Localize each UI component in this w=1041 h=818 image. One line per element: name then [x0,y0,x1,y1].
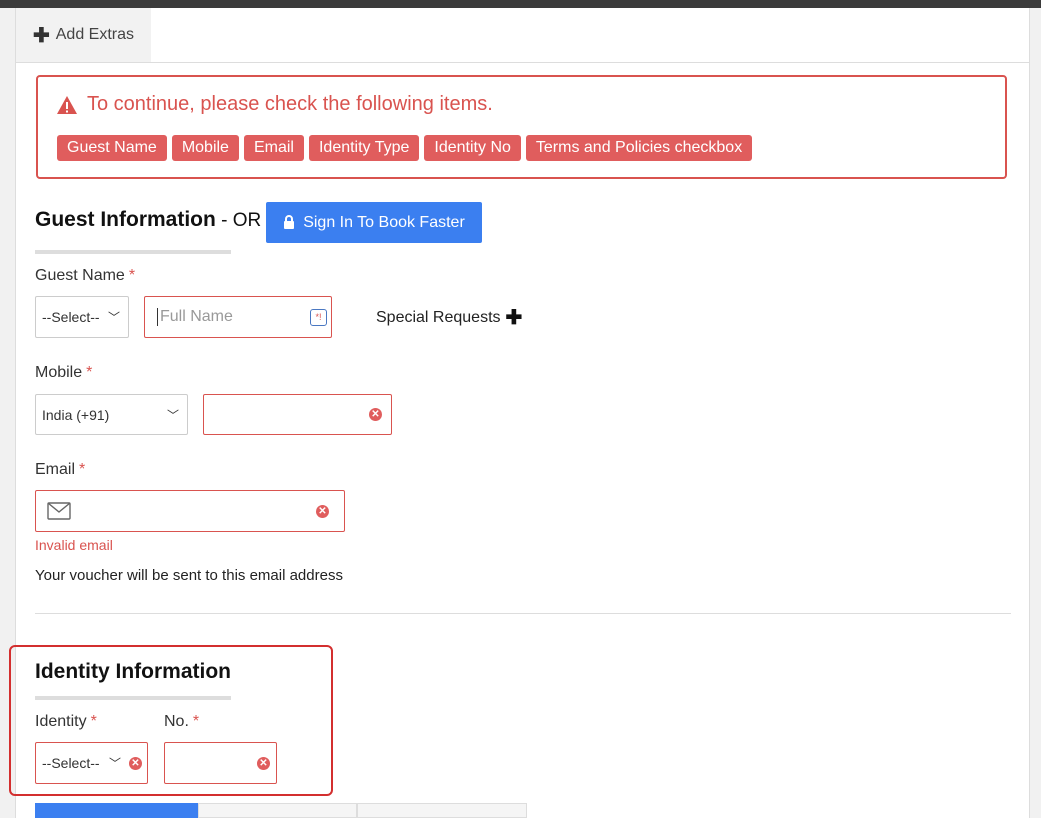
alert-title-row: To continue, please check the following … [56,93,493,116]
email-error-text: Invalid email [35,537,113,553]
extras-tab-bar: ✚ Add Extras [16,8,1029,63]
required-mark: * [79,461,86,478]
validation-alert: To continue, please check the following … [36,75,1007,179]
warning-icon [57,95,77,114]
sign-in-button[interactable]: Sign In To Book Faster [266,202,482,243]
identity-no-input[interactable]: ✕ [164,742,277,784]
full-name-placeholder: Full Name [157,308,233,326]
add-extras-label: Add Extras [55,26,135,43]
sign-in-label: Sign In To Book Faster [303,213,465,231]
error-icon: ✕ [369,408,382,421]
mobile-label: Mobile * [35,364,92,382]
alert-title: To continue, please check the following … [87,93,493,115]
required-mark: * [90,713,97,730]
title-select[interactable]: --Select-- ﹀ [35,296,129,338]
country-code-value: India (+91) [42,406,110,423]
required-mark: * [86,364,93,381]
identity-no-label: No. * [164,713,199,731]
bottom-tab[interactable] [357,803,527,818]
required-mark: * [128,267,136,284]
autofill-icon[interactable]: *! [310,309,327,326]
identity-type-label: Identity * [35,713,97,731]
email-label: Email * [35,461,85,479]
identity-no-label-text: No. [164,713,189,730]
error-icon: ✕ [257,757,270,770]
badge-identity-type[interactable]: Identity Type [308,135,420,161]
identity-type-select[interactable]: --Select-- ﹀ ✕ [35,742,148,784]
identity-info-heading: Identity Information [35,660,231,683]
chevron-down-icon: ﹀ [108,756,121,771]
country-code-select[interactable]: India (+91) ﹀ [35,394,188,435]
badge-mobile[interactable]: Mobile [171,135,239,161]
plus-icon: ✚ [32,24,50,47]
badge-guest-name[interactable]: Guest Name [57,135,167,161]
special-requests-label: Special Requests [376,308,501,326]
required-mark: * [192,713,200,730]
guest-info-underline [35,250,231,254]
top-bar [0,0,1041,8]
email-label-text: Email [35,461,76,478]
error-icon: ✕ [316,505,329,518]
special-requests-toggle[interactable]: Special Requests ✚ [376,305,522,330]
identity-info-underline [35,696,231,700]
chevron-down-icon: ﹀ [107,310,120,325]
add-extras-tab[interactable]: ✚ Add Extras [16,8,151,62]
booking-form-card: ✚ Add Extras To continue, please check t… [9,8,1030,818]
error-icon: ✕ [129,757,142,770]
lock-icon [284,215,295,229]
badge-terms[interactable]: Terms and Policies checkbox [525,135,753,161]
section-divider [35,613,1011,614]
badge-email[interactable]: Email [243,135,304,161]
identity-type-value: --Select-- [42,755,100,771]
identity-type-label-text: Identity [35,713,87,730]
bottom-tab-active[interactable] [35,803,198,818]
email-help-text: Your voucher will be sent to this email … [35,567,343,584]
badge-identity-no[interactable]: Identity No [424,135,521,161]
full-name-input[interactable]: Full Name *! [144,296,332,338]
mobile-input[interactable]: ✕ [203,394,392,435]
title-select-value: --Select-- [42,309,100,325]
guest-info-heading: Guest Information - OR - [35,208,273,232]
guest-info-title: Guest Information [35,208,216,231]
chevron-down-icon: ﹀ [166,408,179,422]
email-input[interactable]: ✕ [35,490,345,532]
alert-badges: Guest Name Mobile Email Identity Type Id… [57,135,753,161]
plus-icon: ✚ [505,307,523,329]
or-separator: - OR - [215,210,273,231]
guest-name-label-text: Guest Name [35,267,125,284]
envelope-icon [47,502,71,520]
mobile-label-text: Mobile [35,364,83,381]
guest-name-label: Guest Name * [35,267,135,285]
bottom-tab[interactable] [198,803,357,818]
